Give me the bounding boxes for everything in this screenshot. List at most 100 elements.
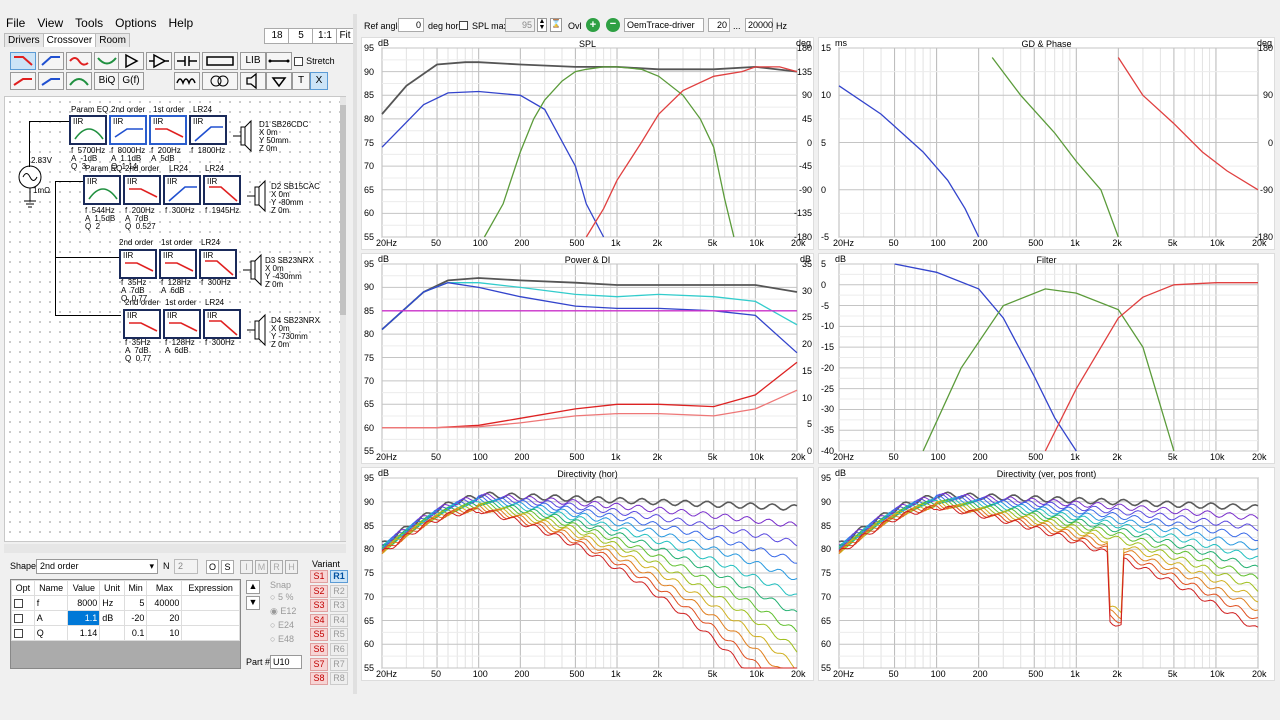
crossover-schematic[interactable]: 2.83V 1mΩ Param EQ 2nd order 1st order L…	[4, 96, 346, 542]
block-lr24-2b[interactable]: IIR	[203, 175, 241, 205]
variant-s7-button[interactable]: S7	[310, 657, 328, 671]
inductor-icon[interactable]	[174, 72, 200, 90]
notch-green-button[interactable]	[94, 52, 120, 70]
n-select[interactable]: 2	[174, 559, 198, 574]
snap-e24[interactable]: ○ E24	[270, 620, 294, 630]
hourglass-icon[interactable]: ⌛	[550, 18, 562, 32]
chart-1[interactable]: SPL dB deg 95 90 85 80 75 70 65 60 55 180 135 90 45 0 -45…	[361, 37, 814, 250]
h-button[interactable]: H	[285, 560, 298, 574]
highpass-red-button[interactable]	[10, 52, 36, 70]
text-tool-button[interactable]: T	[292, 72, 310, 90]
bandpass-red-button[interactable]	[66, 52, 92, 70]
variant-s1-button[interactable]: S1	[310, 570, 328, 583]
variant-r4-button[interactable]: R4	[330, 613, 348, 627]
biq-button[interactable]: BiQ	[94, 72, 120, 90]
variant-s5-button[interactable]: S5	[310, 628, 328, 642]
buffer-icon[interactable]	[118, 52, 144, 70]
menu-help[interactable]: Help	[163, 14, 200, 32]
driver-d2-icon[interactable]	[245, 179, 267, 213]
block-2nd-3[interactable]: IIR	[119, 249, 157, 279]
variant-r2-button[interactable]: R2	[330, 584, 348, 598]
remove-overlay-icon[interactable]: −	[606, 18, 620, 32]
block-lr24-2a[interactable]: IIR	[163, 175, 201, 205]
opt-checkbox[interactable]	[14, 629, 23, 639]
variant-s2-button[interactable]: S2	[310, 584, 328, 598]
shape-select[interactable]: 2nd order ▾	[36, 559, 158, 574]
s-button[interactable]: S	[221, 560, 234, 574]
lowpass-blue-button[interactable]	[38, 52, 64, 70]
chart-6[interactable]: Directivity (ver, pos front) dB 95 90 85 80 75…	[818, 467, 1275, 681]
driver-d3-icon[interactable]	[241, 253, 263, 287]
tab-room[interactable]: Room	[95, 33, 130, 47]
menu-options[interactable]: Options	[109, 14, 162, 32]
table-row[interactable]: Q 1.14 0.1 10	[11, 625, 240, 641]
driver-d4-icon[interactable]	[245, 313, 267, 347]
block-lr24-1[interactable]: IIR	[189, 115, 227, 145]
variant-r7-button[interactable]: R7	[330, 657, 348, 671]
move-down-icon[interactable]: ▼	[246, 596, 260, 610]
snap-e48[interactable]: ○ E48	[270, 634, 294, 644]
capacitor-icon[interactable]	[174, 52, 200, 70]
r-button[interactable]: R	[270, 560, 283, 574]
pane-splitter[interactable]	[353, 14, 357, 694]
variant-s4-button[interactable]: S4	[310, 613, 328, 627]
block-1st-3[interactable]: IIR	[159, 249, 197, 279]
freq-lo-input[interactable]: 20	[708, 18, 730, 32]
trace-name-input[interactable]: OemTrace-driver	[624, 18, 704, 32]
chart-3[interactable]: Power & DI dB dB 95 90 85 80 75 70 65 60 55 35 30 25 20…	[361, 253, 814, 464]
chart-5[interactable]: Directivity (hor) dB 95 90 85 80 75 70 65 60 55 20H…	[361, 467, 814, 681]
tab-crossover[interactable]: Crossover	[42, 33, 97, 47]
variant-r3-button[interactable]: R3	[330, 599, 348, 613]
stretch-checkbox[interactable]: Stretch	[294, 55, 335, 67]
chart-4[interactable]: Filter dB 5 0 -5 -10 -15 -20 -25 -30 -35 -40 20Hz 50 1…	[818, 253, 1275, 464]
variant-r5-button[interactable]: R5	[330, 628, 348, 642]
block-peq-1[interactable]: IIR	[69, 115, 107, 145]
block-2nd-2[interactable]: IIR	[123, 175, 161, 205]
block-lr24-3[interactable]: IIR	[199, 249, 237, 279]
opt-checkbox[interactable]	[14, 614, 23, 624]
wire-icon[interactable]	[266, 52, 292, 70]
variant-r1-button[interactable]: R1	[330, 570, 348, 583]
chart-2[interactable]: GD & Phase ms deg 15 10 5 0 -5 180 90 0 -90 -180 20Hz…	[818, 37, 1275, 250]
table-row[interactable]: A 1.1 dB -20 20	[11, 610, 240, 626]
speaker-icon[interactable]	[240, 72, 266, 90]
schematic-hscrollbar[interactable]	[4, 544, 346, 553]
ref-angle-input[interactable]: 0	[398, 18, 424, 32]
highpass-red2-button[interactable]	[10, 72, 36, 90]
grid-5-button[interactable]: 5	[288, 28, 314, 44]
variant-r6-button[interactable]: R6	[330, 643, 348, 656]
snap-5pct[interactable]: ○ 5 %	[270, 592, 293, 602]
zoom-fit-button[interactable]: Fit	[336, 28, 354, 44]
variant-s3-button[interactable]: S3	[310, 599, 328, 613]
peak-green-button[interactable]	[66, 72, 92, 90]
i-button[interactable]: I	[240, 560, 253, 574]
opt-checkbox[interactable]	[14, 599, 23, 609]
spin-icon[interactable]: ▲ ▼	[537, 18, 547, 32]
snap-e12[interactable]: ◉ E12	[270, 606, 296, 617]
add-overlay-icon[interactable]: +	[586, 18, 600, 32]
menu-tools[interactable]: Tools	[69, 14, 109, 32]
splmax-input[interactable]: 95	[505, 18, 535, 32]
block-1st-1[interactable]: IIR	[149, 115, 187, 145]
block-2nd-4[interactable]: IIR	[123, 309, 161, 339]
o-button[interactable]: O	[206, 560, 219, 574]
ground-icon[interactable]	[266, 72, 292, 90]
amp-icon[interactable]	[146, 52, 172, 70]
variant-s6-button[interactable]: S6	[310, 643, 328, 656]
transformer-icon[interactable]	[202, 72, 238, 90]
freq-hi-input[interactable]: 20000	[745, 18, 773, 32]
tab-drivers[interactable]: Drivers	[4, 33, 44, 47]
delete-tool-button[interactable]: X	[310, 72, 328, 90]
block-2nd-1[interactable]: IIR	[109, 115, 147, 145]
lib-button[interactable]: LIB	[240, 52, 266, 70]
block-lr24-4[interactable]: IIR	[203, 309, 241, 339]
splmax-checkbox[interactable]	[459, 19, 468, 31]
driver-d1-icon[interactable]	[231, 119, 253, 153]
menu-file[interactable]: File	[0, 14, 31, 32]
zoom-1-1-button[interactable]: 1:1	[312, 28, 338, 44]
menu-view[interactable]: View	[31, 14, 69, 32]
block-1st-4[interactable]: IIR	[163, 309, 201, 339]
variant-r8-button[interactable]: R8	[330, 672, 348, 686]
part-input[interactable]: U10	[270, 655, 302, 669]
schematic-scrollbar[interactable]	[340, 97, 346, 541]
